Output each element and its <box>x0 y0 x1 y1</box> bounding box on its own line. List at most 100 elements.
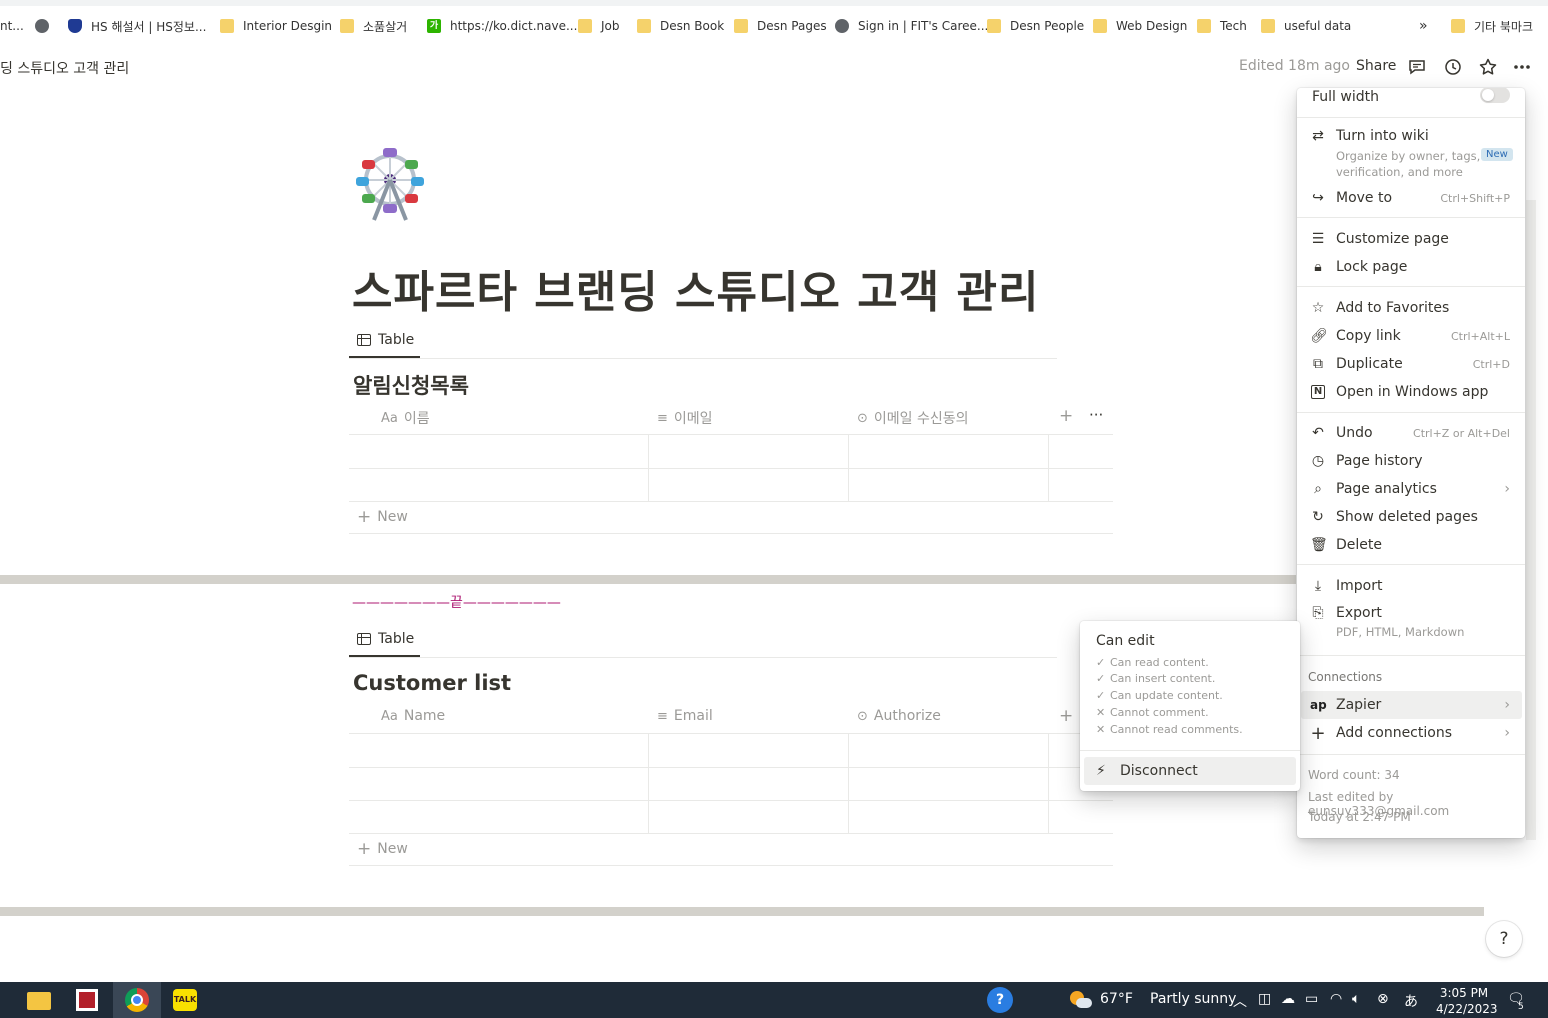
chevron-up-icon[interactable]: ︿ <box>1233 991 1247 1011</box>
column-divider <box>648 733 649 833</box>
folder-icon <box>1261 19 1275 33</box>
menu-scrollbar[interactable] <box>1526 200 1536 840</box>
new-row-button[interactable]: + New <box>357 507 408 527</box>
more-options-button[interactable]: ··· <box>1089 406 1103 424</box>
x-icon: ✕ <box>1096 723 1106 736</box>
system-clock[interactable]: 3:05 PM 4/22/2023 <box>1436 985 1498 1017</box>
text-property-icon: Aa <box>381 410 398 426</box>
delete-item[interactable]: 🗑︎ Delete <box>1297 533 1525 557</box>
plus-icon: + <box>1310 722 1326 744</box>
chrome-icon[interactable] <box>125 988 149 1012</box>
bookmark-folder[interactable]: Tech <box>1197 16 1247 36</box>
tab-divider <box>349 358 1057 359</box>
bookmark-folder[interactable]: Desn Book <box>637 16 724 36</box>
end-marker-text[interactable]: ———————끝——————— <box>352 592 561 612</box>
add-to-favorites-item[interactable]: ☆ Add to Favorites <box>1297 296 1525 320</box>
bookmark-item[interactable] <box>35 16 58 36</box>
column-header-email[interactable]: ≡ Email <box>657 708 713 724</box>
text-property-icon: Aa <box>381 708 398 724</box>
import-item[interactable]: ⤓ Import <box>1297 574 1525 598</box>
ferris-wheel-icon[interactable] <box>350 144 432 226</box>
column-header-consent[interactable]: ⊙ 이메일 수신동의 <box>857 408 969 428</box>
full-width-toggle[interactable] <box>1480 88 1510 103</box>
breadcrumb[interactable]: 딩 스튜디오 고객 관리 <box>0 58 129 78</box>
turn-into-wiki-item[interactable]: ⇄ Turn into wiki <box>1297 124 1525 148</box>
permission-item: ✕ Cannot comment. <box>1096 706 1209 719</box>
close-circle-icon[interactable]: ⊗ <box>1377 991 1389 1007</box>
tab-table-view[interactable]: Table <box>357 327 414 353</box>
open-in-app-item[interactable]: N Open in Windows app <box>1297 380 1525 404</box>
help-button[interactable]: ? <box>1486 921 1522 957</box>
bookmark-folder[interactable]: 소품살거 <box>340 16 407 36</box>
add-property-button[interactable]: + <box>1059 706 1073 726</box>
plus-icon: + <box>357 839 372 859</box>
weather-description[interactable]: Partly sunny <box>1150 991 1236 1007</box>
cloud-icon[interactable]: ☁︎ <box>1281 991 1295 1007</box>
battery-icon[interactable]: ▭ <box>1305 991 1318 1007</box>
app-icon[interactable] <box>76 989 98 1011</box>
kakaotalk-icon[interactable]: TALK <box>173 989 197 1011</box>
database-title[interactable]: Customer list <box>353 671 511 695</box>
bookmark-folder[interactable]: Desn People <box>987 16 1084 36</box>
zapier-connection-label[interactable]: ap Zapier › <box>1297 693 1525 717</box>
wiki-description: Organize by owner, tags, <box>1336 149 1481 163</box>
bookmark-item[interactable]: HS 해설서 | HS정보... <box>68 16 206 36</box>
share-button[interactable]: Share <box>1356 58 1396 74</box>
show-deleted-pages-item[interactable]: ↻ Show deleted pages <box>1297 505 1525 529</box>
column-header-name[interactable]: Aa 이름 <box>381 408 430 428</box>
edited-timestamp: Edited 18m ago <box>1239 58 1350 74</box>
weather-temperature[interactable]: 67°F <box>1100 991 1133 1007</box>
disconnect-button[interactable]: ⚡︎ Disconnect <box>1084 757 1296 785</box>
folder-icon <box>987 19 1001 33</box>
bookmark-folder[interactable]: Web Design <box>1093 16 1187 36</box>
copy-link-item[interactable]: 🔗︎ Copy link Ctrl+Alt+L <box>1297 324 1525 348</box>
permission-item: ✓ Can insert content. <box>1096 672 1216 685</box>
comments-icon[interactable] <box>1407 57 1427 77</box>
volume-icon[interactable]: 🔈︎ <box>1352 991 1360 1007</box>
customize-page-item[interactable]: ☰ Customize page <box>1297 227 1525 251</box>
database-title[interactable]: 알림신청목록 <box>353 370 469 400</box>
full-width-toggle-item[interactable]: Full width <box>1297 88 1525 109</box>
folder-icon <box>1093 19 1107 33</box>
page-title[interactable]: 스파르타 브랜딩 스튜디오 고객 관리 <box>352 256 1039 320</box>
bookmark-item[interactable]: Sign in | FIT's Caree... <box>835 16 988 36</box>
column-header-authorize[interactable]: ⊙ Authorize <box>857 708 941 724</box>
bookmark-folder[interactable]: Job <box>578 16 620 36</box>
move-to-item[interactable]: ↪ Move to Ctrl+Shift+P <box>1297 186 1525 210</box>
column-header-email[interactable]: ≡ 이메일 <box>657 408 713 428</box>
page-options-menu: Full width ⇄ Turn into wiki Organize by o… <box>1297 88 1525 838</box>
add-connections-item[interactable]: + Add connections › <box>1297 721 1525 745</box>
lock-icon: 🔒︎ <box>1314 259 1322 275</box>
export-icon: ⎘ <box>1312 605 1324 621</box>
lock-page-item[interactable]: 🔒︎ Lock page <box>1297 255 1525 279</box>
folder-icon <box>734 19 748 33</box>
chevron-right-icon: › <box>1504 481 1510 497</box>
more-icon[interactable] <box>1512 57 1532 77</box>
page-analytics-item[interactable]: ⌕ Page analytics › <box>1297 477 1525 501</box>
undo-item[interactable]: ↶ Undo Ctrl+Z or Alt+Del <box>1297 421 1525 445</box>
duplicate-item[interactable]: ⧉ Duplicate Ctrl+D <box>1297 352 1525 376</box>
notification-count: 5 <box>1518 1002 1524 1012</box>
bookmark-folder[interactable]: Desn Pages <box>734 16 827 36</box>
bookmark-item[interactable]: nt... <box>0 16 24 36</box>
undo-icon: ↶ <box>1312 425 1324 441</box>
bookmark-item[interactable]: 가 https://ko.dict.nave... <box>427 16 577 36</box>
wifi-icon[interactable]: ◠ <box>1330 991 1342 1007</box>
column-header-name[interactable]: Aa Name <box>381 708 445 724</box>
input-method-icon[interactable]: あ <box>1404 991 1418 1011</box>
star-icon[interactable] <box>1478 57 1498 77</box>
bookmark-folder[interactable]: Interior Desgin <box>220 16 332 36</box>
bookmark-folder[interactable]: useful data <box>1261 16 1351 36</box>
help-app-icon[interactable]: ? <box>987 987 1013 1013</box>
export-item[interactable]: ⎘ Export <box>1297 601 1525 625</box>
other-bookmarks-folder[interactable]: 기타 북마크 <box>1451 16 1533 36</box>
camera-icon[interactable]: ◫ <box>1258 991 1271 1007</box>
tab-table-view[interactable]: Table <box>357 626 414 652</box>
lines-property-icon: ≡ <box>657 708 668 724</box>
bookmarks-overflow-button[interactable]: » <box>1419 16 1428 36</box>
page-history-item[interactable]: ◷ Page history <box>1297 449 1525 473</box>
clock-icon[interactable] <box>1443 57 1463 77</box>
file-explorer-icon[interactable] <box>27 992 51 1010</box>
new-row-button[interactable]: + New <box>357 839 408 859</box>
add-property-button[interactable]: + <box>1059 406 1073 426</box>
